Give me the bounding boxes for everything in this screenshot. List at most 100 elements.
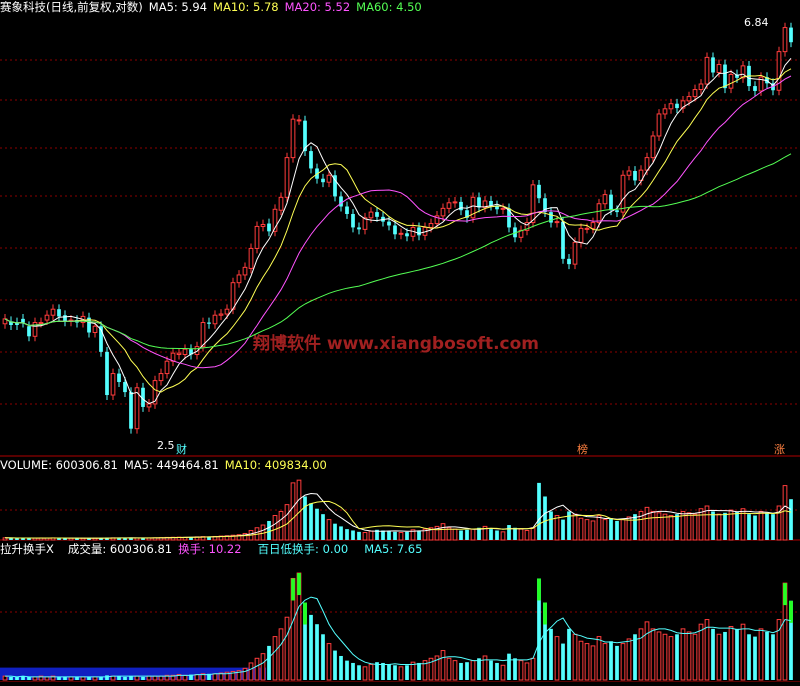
volume-bar-up xyxy=(698,508,704,541)
candle-body-up xyxy=(698,83,704,91)
chart-stage[interactable]: 翔博软件 www.xiangbosoft.com 6.84 2.5 财 榜 涨 … xyxy=(0,0,800,683)
volume-bar-up xyxy=(326,519,332,541)
turnover-bar-down xyxy=(321,634,325,680)
turnover-bar-up xyxy=(668,636,674,681)
candle-body-up xyxy=(110,373,116,396)
volume-bar-down xyxy=(609,518,613,540)
turnover-bar-down xyxy=(117,676,121,680)
turnover-bar-up xyxy=(716,633,722,681)
turnover-bar-down xyxy=(615,645,619,680)
candle-body-up xyxy=(296,119,302,122)
main-panel-header: 赛象科技(日线,前复权,对数) MA5: 5.94 MA10: 5.78 MA20: … xyxy=(0,0,428,14)
candle-body-down xyxy=(57,309,61,317)
turnover-surge-cap xyxy=(789,600,793,623)
volume-bar-up xyxy=(530,527,536,541)
volume-bar-up xyxy=(470,528,476,541)
turnover-bar-up xyxy=(590,645,596,681)
volume-bar-up xyxy=(500,531,506,541)
watermark-text: 翔博软件 www.xiangbosoft.com xyxy=(252,333,539,354)
candle-body-up xyxy=(554,221,560,224)
candle-body-up xyxy=(578,227,584,243)
candle-body-up xyxy=(44,314,50,321)
turnover-surge-cap xyxy=(783,583,787,606)
candle-body-up xyxy=(662,108,668,115)
candle-body-up xyxy=(158,373,164,382)
candle-body-up xyxy=(248,247,254,269)
turnover-bar-up xyxy=(500,664,506,681)
turnover-bar-down xyxy=(561,643,565,680)
candle-body-down xyxy=(609,194,613,211)
candle-body-up xyxy=(686,96,692,102)
watermark-layer: 翔博软件 www.xiangbosoft.com xyxy=(252,333,539,354)
chart-markers: 6.84 2.5 财 榜 涨 xyxy=(157,16,785,456)
turnover-bar-down xyxy=(123,676,127,680)
turnover-bar-down xyxy=(129,676,133,680)
turnover-bar-up xyxy=(518,660,524,681)
volume-bar-down xyxy=(507,525,511,540)
candle-body-down xyxy=(309,151,313,169)
turnover-bar-down xyxy=(735,628,739,680)
candle-body-up xyxy=(368,211,374,219)
candle-body-up xyxy=(224,308,230,315)
volume-bar-down xyxy=(315,508,319,540)
volume-bar-down xyxy=(789,499,793,540)
candle-body-down xyxy=(357,227,361,230)
turnover-bar-up xyxy=(662,633,668,681)
volume-bar-up xyxy=(620,519,626,541)
candle-body-down xyxy=(123,382,127,393)
stock-chart[interactable]: 翔博软件 www.xiangbosoft.com 6.84 2.5 财 榜 涨 xyxy=(0,0,800,683)
turnover-bar-up xyxy=(686,631,692,681)
turnover-bar-down xyxy=(495,662,499,680)
marker-zhang[interactable]: 涨 xyxy=(774,443,785,456)
turnover-bar-up xyxy=(602,643,608,681)
turnover-bar-up xyxy=(284,616,290,681)
candle-body-down xyxy=(723,64,727,89)
volume-bar-up xyxy=(296,479,302,541)
turnover-surge-cap xyxy=(303,602,307,625)
volume-bar-down xyxy=(549,511,553,540)
volume-bar-up xyxy=(272,515,278,541)
volume-bar-up xyxy=(686,512,692,541)
marker-cai[interactable]: 财 xyxy=(176,442,187,456)
candle-body-up xyxy=(284,157,290,198)
volume-bar-up xyxy=(644,506,650,541)
volume-bar-down xyxy=(747,514,751,540)
candle-body-down xyxy=(417,227,421,236)
candle-body-down xyxy=(207,322,211,324)
candle-body-down xyxy=(27,326,31,337)
turnover-bar-up xyxy=(152,675,158,681)
candle-body-down xyxy=(351,213,355,228)
candle-body-up xyxy=(236,274,242,284)
candle-body-up xyxy=(782,27,788,53)
turnover-bar-down xyxy=(747,634,751,680)
turnover-surge-cap xyxy=(291,578,295,601)
candle-body-up xyxy=(242,266,248,276)
marker-bang[interactable]: 榜 xyxy=(577,442,588,456)
volume-bar-down xyxy=(267,520,271,540)
volume-bar-down xyxy=(321,514,325,540)
turnover-bar-down xyxy=(141,676,145,680)
candle-body-down xyxy=(339,196,343,207)
turnover-bar-up xyxy=(260,653,266,681)
volume-bar-down xyxy=(543,496,547,540)
candle-body-down xyxy=(129,392,133,429)
turnover-bar-up xyxy=(194,674,200,681)
volume-bar-up xyxy=(578,517,584,541)
turnover-bar-up xyxy=(704,619,710,681)
volume-bar-up xyxy=(716,513,722,541)
turnover-bar-up xyxy=(740,623,746,681)
candle-body-down xyxy=(567,258,571,265)
candle-body-down xyxy=(387,221,391,226)
turnover-bar-up xyxy=(644,621,650,681)
turnover-bar-up xyxy=(398,666,404,681)
volume-bar-down xyxy=(711,511,715,540)
volume-bar-up xyxy=(362,532,368,541)
volume-bar-down xyxy=(405,531,409,540)
turnover-bar-up xyxy=(470,660,476,681)
candle-body-down xyxy=(267,223,271,232)
candle-body-down xyxy=(711,57,715,73)
turnover-surge-cap xyxy=(537,578,541,601)
turnover-bar-up xyxy=(572,633,578,681)
candle-body-up xyxy=(230,282,236,310)
volume-bar-up xyxy=(668,515,674,541)
